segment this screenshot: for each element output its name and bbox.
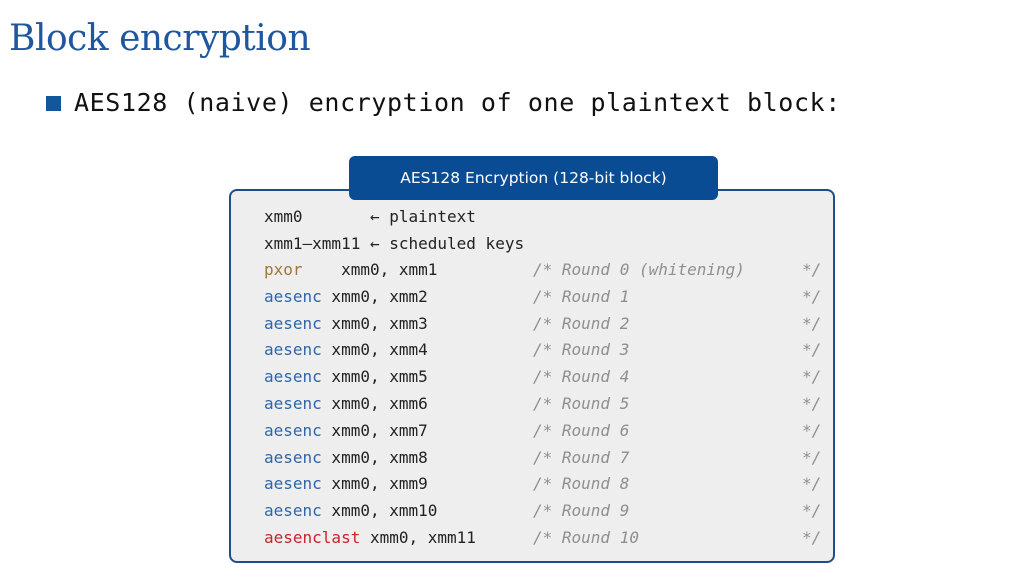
instruction-operands: xmm0, xmm10 [321, 501, 438, 520]
instruction-line: aesenc xmm0, xmm10 [264, 500, 437, 522]
comment-close: */ [802, 287, 822, 306]
comment-close: */ [802, 367, 822, 386]
instruction-opcode: aesenc [264, 340, 322, 359]
instruction-line: aesenc xmm0, xmm4 [264, 339, 428, 361]
instruction-operands: xmm0, xmm7 [321, 421, 428, 440]
instruction-operands: xmm0, xmm11 [360, 528, 476, 547]
comment-close: */ [802, 528, 822, 547]
instruction-opcode: aesenc [264, 501, 322, 520]
instruction-line: aesenclast xmm0, xmm11 [264, 527, 476, 549]
comment-close: */ [802, 421, 822, 440]
instruction-line: aesenc xmm0, xmm2 [264, 286, 428, 308]
setup-line-plaintext: xmm0 ← plaintext [264, 207, 476, 226]
instruction-opcode: pxor [264, 260, 303, 279]
instruction-opcode: aesenclast [264, 528, 361, 547]
instruction-opcode: aesenc [264, 421, 322, 440]
instruction-opcode: aesenc [264, 314, 322, 333]
instruction-comment: /* Round 7 [533, 448, 630, 467]
instruction-line: aesenc xmm0, xmm7 [264, 420, 428, 442]
instruction-comment: /* Round 10 [533, 528, 639, 547]
instruction-line: aesenc xmm0, xmm3 [264, 313, 428, 335]
comment-close: */ [802, 501, 822, 520]
instruction-opcode: aesenc [264, 474, 322, 493]
code-block-title: AES128 Encryption (128-bit block) [349, 156, 718, 200]
comment-close: */ [802, 448, 822, 467]
instruction-comment: /* Round 8 [533, 474, 630, 493]
instruction-operands: xmm0, xmm4 [321, 340, 428, 359]
setup-line-keys: xmm1–xmm11 ← scheduled keys [264, 234, 525, 253]
bullet-item: AES128 (naive) encryption of one plainte… [46, 88, 841, 117]
instruction-comment: /* Round 6 [533, 421, 630, 440]
instruction-comment: /* Round 9 [533, 501, 630, 520]
instruction-line: aesenc xmm0, xmm6 [264, 393, 428, 415]
instruction-operands: xmm0, xmm3 [321, 314, 428, 333]
comment-close: */ [802, 394, 822, 413]
instruction-comment: /* Round 1 [533, 287, 630, 306]
comment-close: */ [802, 340, 822, 359]
opcode-padding [303, 260, 332, 279]
instruction-line: aesenc xmm0, xmm8 [264, 447, 428, 469]
instruction-operands: xmm0, xmm8 [321, 448, 428, 467]
instruction-opcode: aesenc [264, 367, 322, 386]
instruction-opcode: aesenc [264, 394, 322, 413]
comment-close: */ [802, 260, 822, 279]
instruction-operands: xmm0, xmm6 [321, 394, 428, 413]
instruction-comment: /* Round 0 (whitening) [533, 260, 745, 279]
instruction-operands: xmm0, xmm9 [321, 474, 428, 493]
instruction-comment: /* Round 3 [533, 340, 630, 359]
instruction-line: aesenc xmm0, xmm9 [264, 473, 428, 495]
comment-close: */ [802, 474, 822, 493]
instruction-line: pxor xmm0, xmm1 [264, 259, 437, 281]
slide-title: Block encryption [9, 18, 311, 59]
instruction-comment: /* Round 4 [533, 367, 630, 386]
bullet-text: AES128 (naive) encryption of one plainte… [74, 88, 841, 117]
instruction-opcode: aesenc [264, 448, 322, 467]
instruction-operands: xmm0, xmm5 [321, 367, 428, 386]
instruction-comment: /* Round 2 [533, 314, 630, 333]
instruction-comment: /* Round 5 [533, 394, 630, 413]
comment-close: */ [802, 314, 822, 333]
instruction-opcode: aesenc [264, 287, 322, 306]
instruction-line: aesenc xmm0, xmm5 [264, 366, 428, 388]
instruction-operands: xmm0, xmm2 [321, 287, 428, 306]
instruction-operands: xmm0, xmm1 [331, 260, 438, 279]
bullet-square-icon [46, 96, 61, 111]
